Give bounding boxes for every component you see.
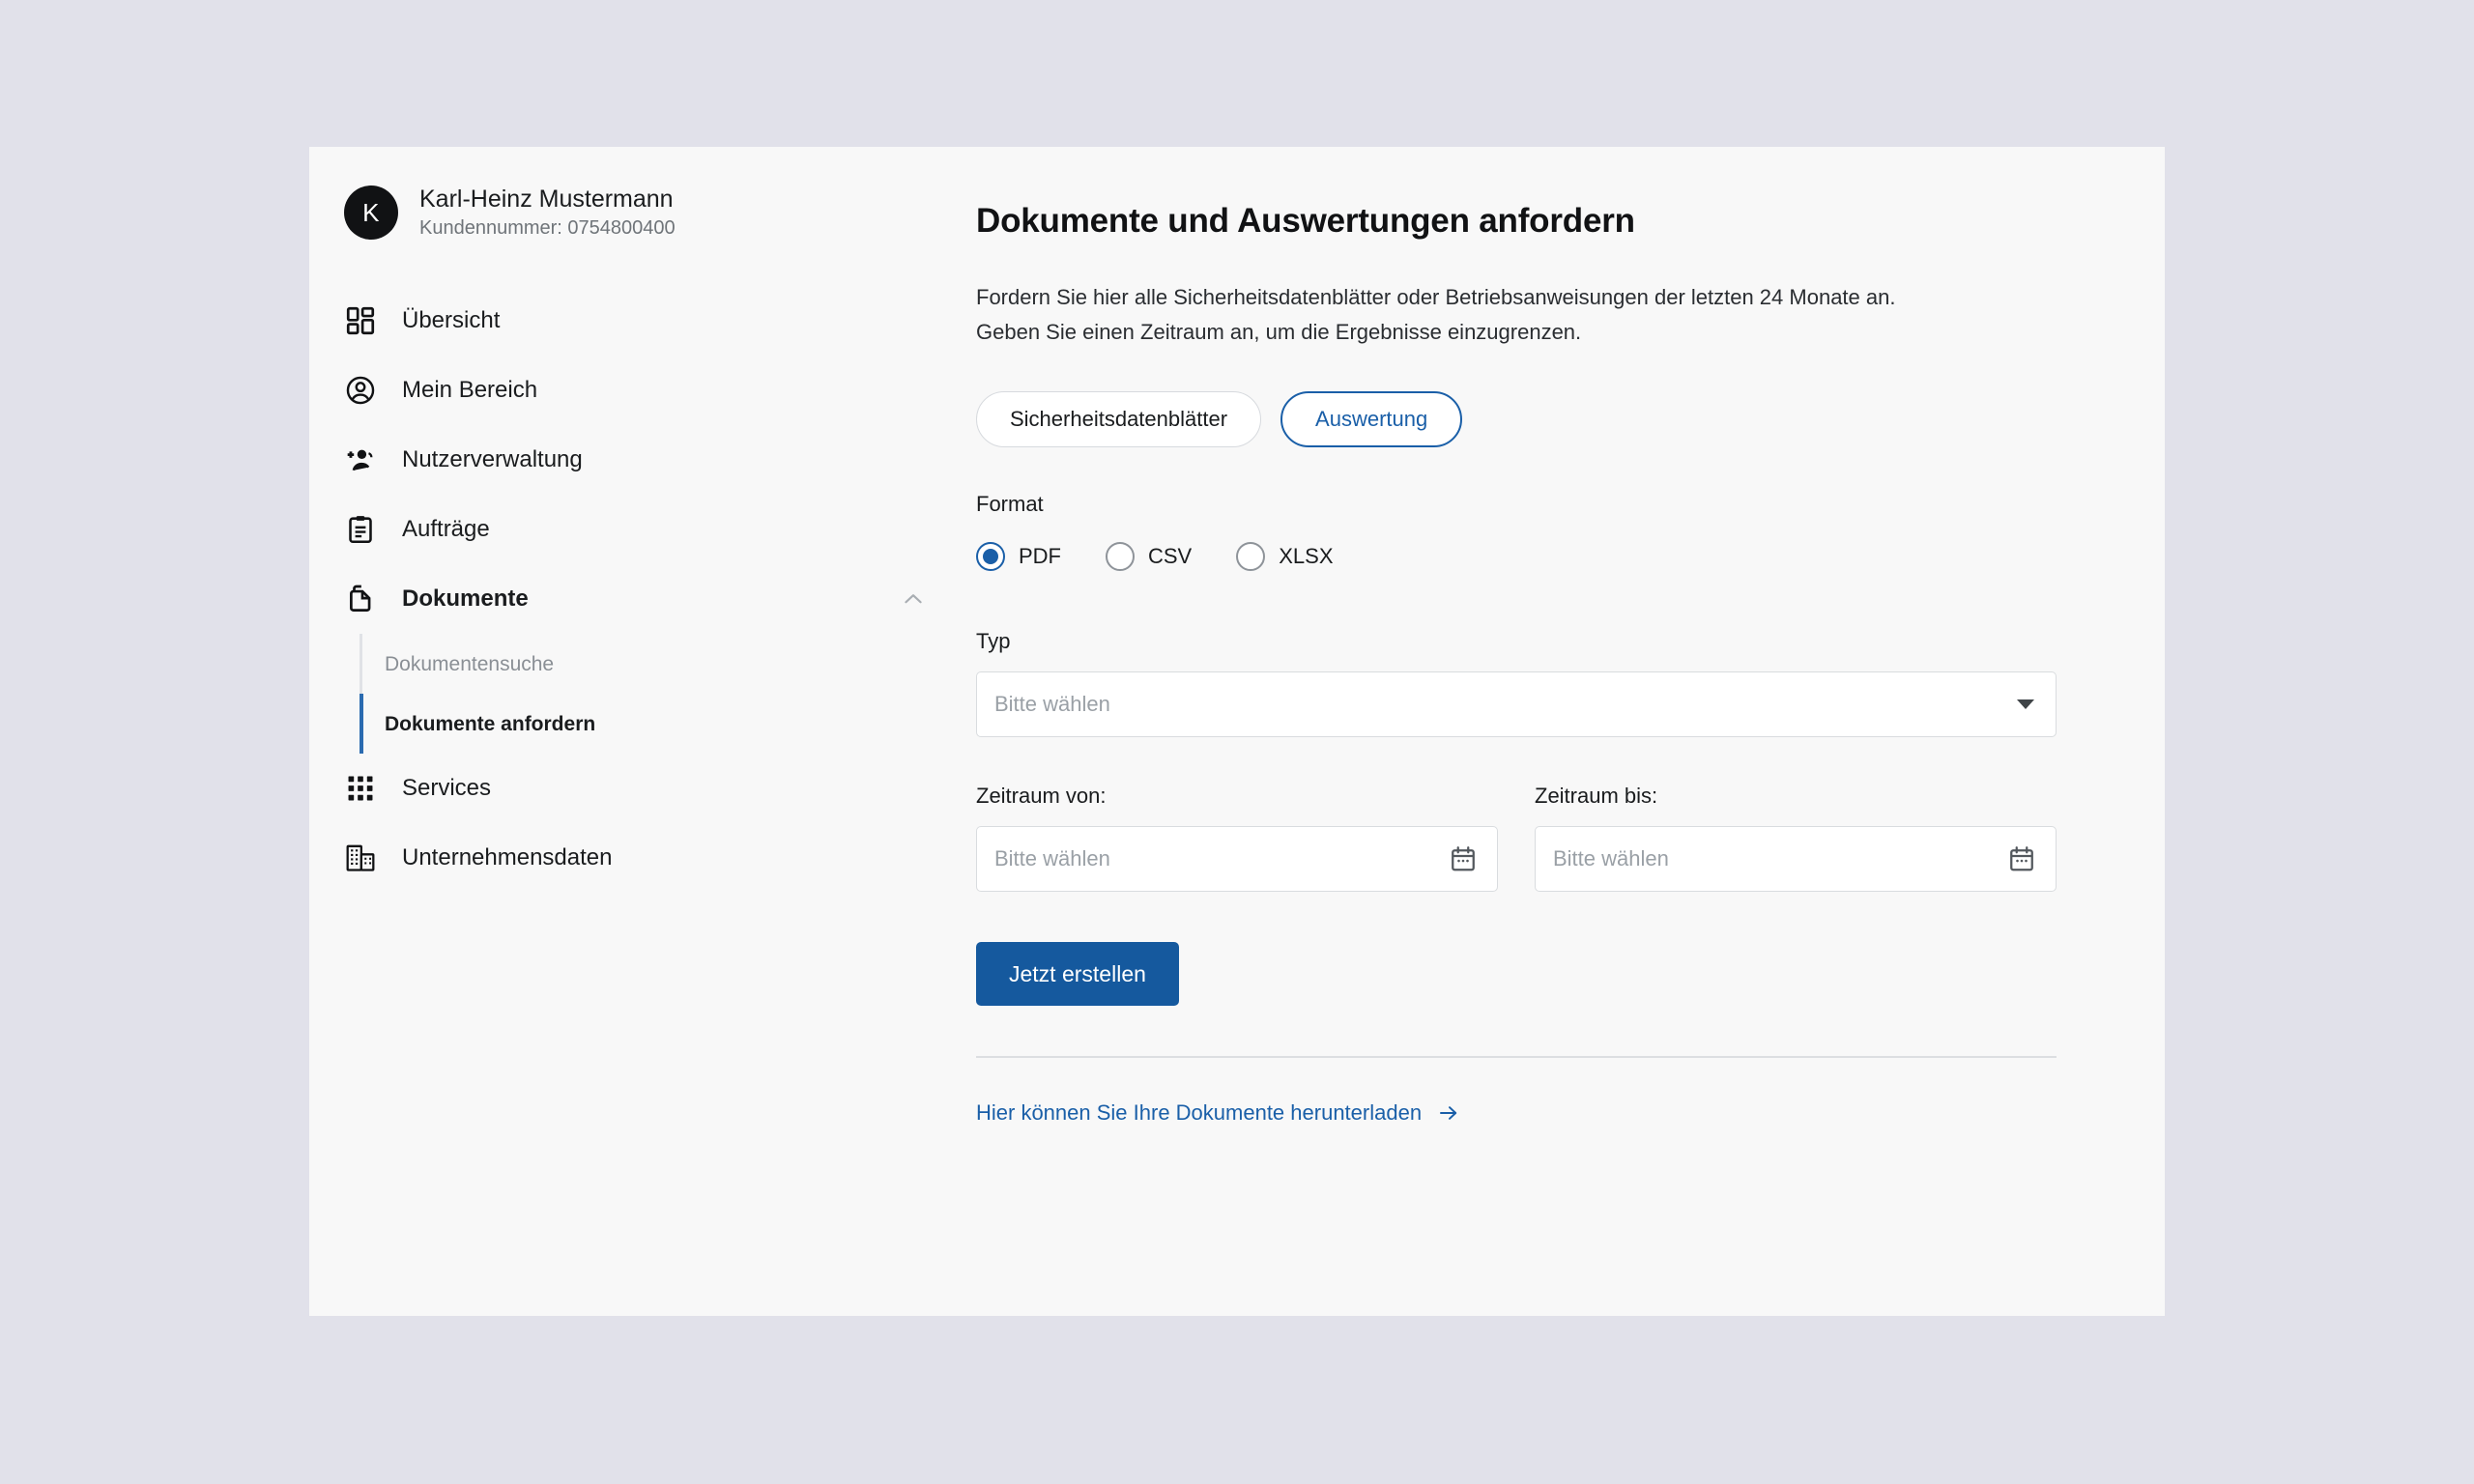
segment-auswertung[interactable]: Auswertung bbox=[1280, 391, 1463, 448]
customer-number: Kundennummer: 0754800400 bbox=[419, 216, 676, 239]
sidebar-item-services[interactable]: Services bbox=[309, 754, 976, 823]
download-link-label: Hier können Sie Ihre Dokumente herunterl… bbox=[976, 1099, 1423, 1125]
date-range-row: Zeitraum von: Bitte wählen Zeitraum bis:… bbox=[976, 784, 2068, 893]
radio-indicator bbox=[1236, 542, 1266, 572]
sidebar-subitem-dokumente-anfordern[interactable]: Dokumente anfordern bbox=[344, 694, 976, 754]
sidebar-item-uebersicht[interactable]: Übersicht bbox=[309, 286, 976, 356]
calendar-icon[interactable] bbox=[2007, 844, 2036, 873]
date-from-value: Bitte wählen bbox=[994, 846, 1110, 871]
building-icon bbox=[344, 842, 377, 874]
date-from-field: Zeitraum von: Bitte wählen bbox=[976, 784, 1498, 893]
sidebar-item-dokumente[interactable]: Dokumente bbox=[309, 564, 976, 634]
date-from-label: Zeitraum von: bbox=[976, 784, 1107, 809]
intro-line-1: Fordern Sie hier alle Sicherheitsdatenbl… bbox=[976, 285, 1896, 309]
date-from-input[interactable]: Bitte wählen bbox=[976, 826, 1498, 893]
chevron-down-icon bbox=[2017, 699, 2034, 710]
download-documents-link[interactable]: Hier können Sie Ihre Dokumente herunterl… bbox=[976, 1100, 1460, 1126]
sidebar-subitem-label: Dokumentensuche bbox=[385, 652, 555, 675]
radio-option-pdf[interactable]: PDF bbox=[976, 542, 1061, 572]
typ-select-value: Bitte wählen bbox=[994, 692, 1110, 717]
segment-button-group: Sicherheitsdatenblätter Auswertung bbox=[976, 391, 2068, 448]
sidebar-item-label: Übersicht bbox=[402, 307, 501, 333]
sidebar: K Karl-Heinz Mustermann Kundennummer: 07… bbox=[309, 147, 976, 1316]
app-root: K Karl-Heinz Mustermann Kundennummer: 07… bbox=[0, 0, 2474, 1484]
chevron-up-icon[interactable] bbox=[901, 586, 926, 612]
divider bbox=[976, 1056, 2057, 1058]
radio-indicator bbox=[1106, 542, 1135, 572]
date-to-value: Bitte wählen bbox=[1553, 846, 1669, 871]
sidebar-item-label: Services bbox=[402, 775, 492, 801]
radio-label: XLSX bbox=[1279, 544, 1334, 569]
date-to-label: Zeitraum bis: bbox=[1535, 784, 1658, 809]
arrow-right-icon bbox=[1437, 1101, 1460, 1125]
profile-text: Karl-Heinz Mustermann Kundennummer: 0754… bbox=[419, 186, 676, 240]
sidebar-subitem-label: Dokumente anfordern bbox=[385, 712, 596, 735]
date-to-input[interactable]: Bitte wählen bbox=[1535, 826, 2057, 893]
radio-option-csv[interactable]: CSV bbox=[1106, 542, 1193, 572]
main-content: Dokumente und Auswertungen anfordern For… bbox=[976, 147, 2165, 1316]
radio-label: CSV bbox=[1148, 544, 1193, 569]
submit-button[interactable]: Jetzt erstellen bbox=[976, 942, 1179, 1007]
typ-label: Typ bbox=[976, 629, 1011, 654]
avatar: K bbox=[344, 186, 398, 240]
format-radio-group: PDF CSV XLSX bbox=[976, 542, 2068, 572]
sidebar-item-label: Aufträge bbox=[402, 516, 490, 542]
apps-grid-icon bbox=[344, 772, 377, 805]
sidebar-item-mein-bereich[interactable]: Mein Bereich bbox=[309, 356, 976, 425]
sidebar-subitem-dokumentensuche[interactable]: Dokumentensuche bbox=[344, 634, 976, 694]
sidebar-nav: Übersicht Mein Bereich Nutzerverwaltung … bbox=[309, 286, 976, 893]
format-label: Format bbox=[976, 492, 1044, 517]
documents-copy-icon bbox=[344, 583, 377, 615]
radio-indicator bbox=[976, 542, 1005, 572]
radio-option-xlsx[interactable]: XLSX bbox=[1236, 542, 1334, 572]
person-add-icon bbox=[344, 443, 377, 476]
intro-text: Fordern Sie hier alle Sicherheitsdatenbl… bbox=[976, 280, 2068, 349]
sidebar-item-auftraege[interactable]: Aufträge bbox=[309, 495, 976, 564]
profile-block: K Karl-Heinz Mustermann Kundennummer: 07… bbox=[309, 147, 976, 240]
clipboard-icon bbox=[344, 513, 377, 546]
page-title: Dokumente und Auswertungen anfordern bbox=[976, 202, 1635, 240]
dashboard-grid-icon bbox=[344, 304, 377, 337]
profile-name: Karl-Heinz Mustermann bbox=[419, 186, 674, 214]
segment-sicherheitsdatenblaetter[interactable]: Sicherheitsdatenblätter bbox=[976, 391, 1262, 448]
sidebar-item-label: Unternehmensdaten bbox=[402, 844, 613, 870]
sidebar-item-label: Mein Bereich bbox=[402, 377, 538, 403]
radio-label: PDF bbox=[1019, 544, 1061, 569]
intro-line-2: Geben Sie einen Zeitraum an, um die Erge… bbox=[976, 319, 1582, 344]
account-circle-icon bbox=[344, 374, 377, 407]
date-to-field: Zeitraum bis: Bitte wählen bbox=[1535, 784, 2057, 893]
sidebar-item-label: Dokumente bbox=[402, 585, 529, 612]
sidebar-item-unternehmensdaten[interactable]: Unternehmensdaten bbox=[309, 823, 976, 893]
typ-select[interactable]: Bitte wählen bbox=[976, 671, 2057, 738]
sidebar-item-label: Nutzerverwaltung bbox=[402, 446, 583, 472]
sidebar-subnav-dokumente: Dokumentensuche Dokumente anfordern bbox=[309, 634, 976, 754]
app-card: K Karl-Heinz Mustermann Kundennummer: 07… bbox=[309, 147, 2165, 1316]
calendar-icon[interactable] bbox=[1449, 844, 1478, 873]
sidebar-item-nutzerverwaltung[interactable]: Nutzerverwaltung bbox=[309, 425, 976, 495]
